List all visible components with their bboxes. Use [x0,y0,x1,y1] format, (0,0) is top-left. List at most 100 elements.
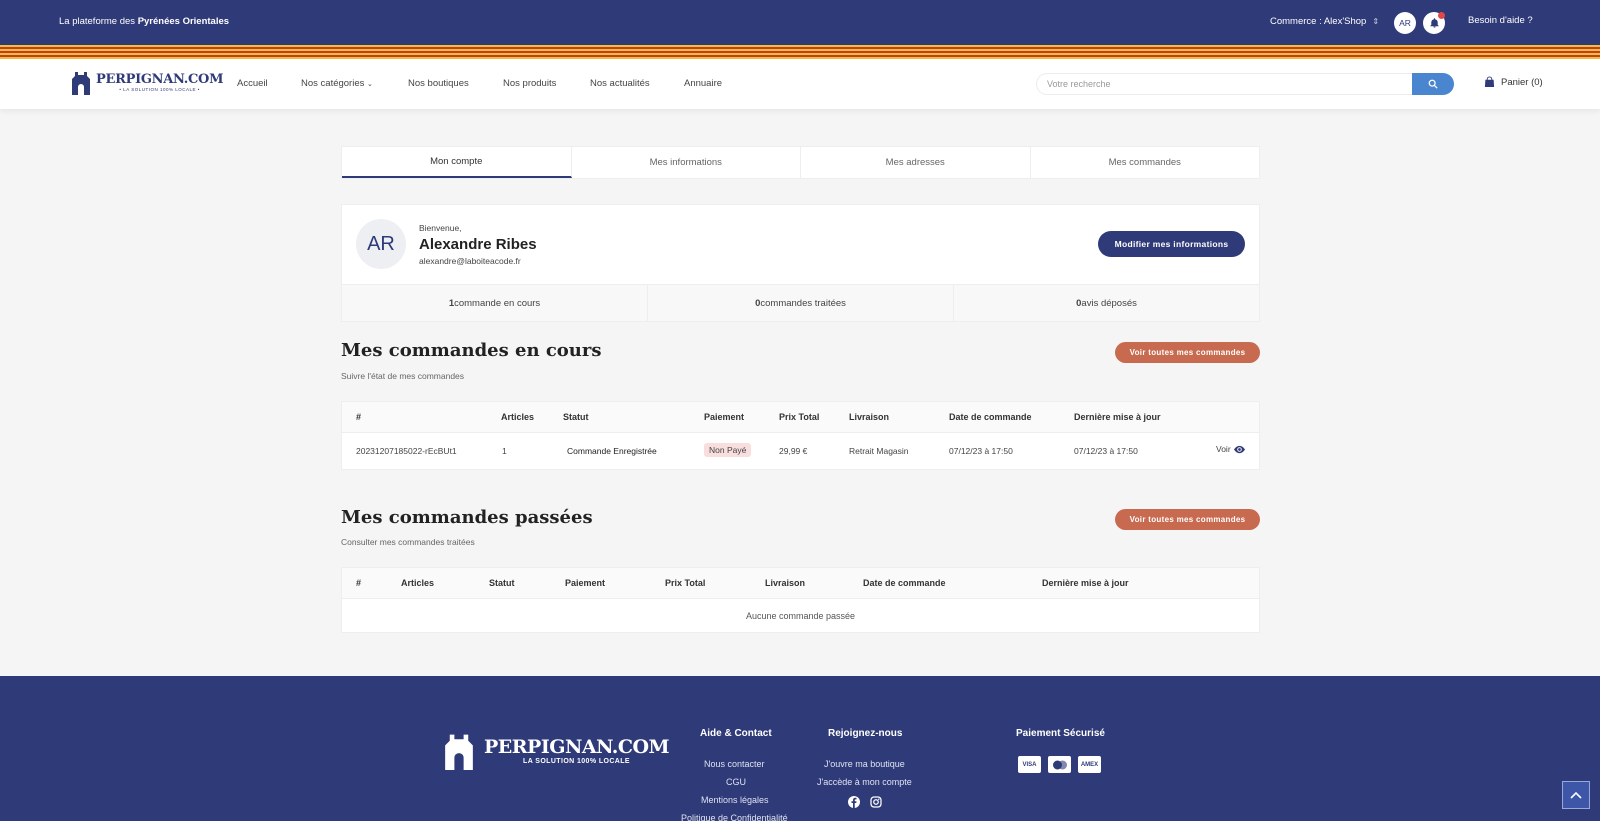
col-updated: Dernière mise à jour [1074,412,1161,422]
shopping-bag-icon [1484,76,1495,88]
tab-mon-compte[interactable]: Mon compte [342,147,572,178]
cart-label: Panier (0) [1501,76,1543,88]
footer-logo-tagline: LA SOLUTION 100% LOCALE [523,757,630,765]
view-order-link[interactable]: Voir [1216,444,1245,454]
footer-logo-brand: PERPIGNAN.COM [484,735,670,758]
search-bar: Votre recherche [1036,73,1454,95]
past-orders-title: Mes commandes passées [341,507,593,528]
past-orders-table: # Articles Statut Paiement Prix Total Li… [341,567,1260,633]
eye-icon [1233,445,1245,453]
footer-link-account[interactable]: J'accède à mon compte [817,777,912,787]
view-all-current-orders-button[interactable]: Voir toutes mes commandes [1115,342,1260,363]
order-articles: 1 [502,446,507,456]
catalan-stripes [0,45,1600,59]
col-livraison: Livraison [849,412,890,422]
profile-avatar: AR [356,219,406,269]
search-input[interactable]: Votre recherche [1036,73,1412,95]
search-icon [1428,79,1438,89]
col-id: # [356,412,362,422]
col-statut: Statut [489,578,515,588]
col-id: # [356,578,362,588]
castillet-logo-icon [445,734,473,770]
user-name: Alexandre Ribes [419,236,537,253]
payment-cards: VISA AMEX [1018,756,1101,773]
order-delivery: Retrait Magasin [849,446,909,456]
tab-mes-informations[interactable]: Mes informations [572,147,801,178]
facebook-icon[interactable] [848,796,860,808]
view-all-past-orders-button[interactable]: Voir toutes mes commandes [1115,509,1260,530]
nav-boutiques[interactable]: Nos boutiques [408,78,469,89]
col-prix-total: Prix Total [779,412,820,422]
footer-link-open-shop[interactable]: J'ouvre ma boutique [824,759,905,769]
payment-status-badge: Non Payé [704,443,752,457]
nav-accueil[interactable]: Accueil [237,78,268,89]
logo-brand: PERPIGNAN.COM [96,72,224,87]
scroll-to-top-button[interactable] [1562,781,1590,809]
bell-icon [1429,18,1439,28]
account-tabs: Mon compte Mes informations Mes adresses… [341,146,1260,179]
amex-card-icon: AMEX [1078,756,1101,773]
col-date: Date de commande [863,578,946,588]
order-status: Commande Enregistrée [567,446,657,456]
footer-col-help-title: Aide & Contact [700,728,772,739]
col-livraison: Livraison [765,578,806,588]
order-updated: 07/12/23 à 17:50 [1074,446,1138,456]
mastercard-circles [1052,760,1067,769]
footer-link-privacy[interactable]: Politique de Confidentialité [681,813,788,821]
footer-link-contact[interactable]: Nous contacter [704,759,765,769]
table-row: 20231207185022-rEcBUt1 1 Commande Enregi… [342,433,1259,469]
footer-logo[interactable]: PERPIGNAN.COM LA SOLUTION 100% LOCALE [440,730,670,770]
notification-dot [1438,12,1445,19]
mastercard-icon [1048,756,1071,773]
tab-mes-commandes[interactable]: Mes commandes [1031,147,1260,178]
stat-reviews: 0 avis déposés [1076,297,1137,309]
table-header: # Articles Statut Paiement Prix Total Li… [342,568,1259,599]
tagline: La plateforme des Pyrénées Orientales [59,16,230,27]
past-orders-subtitle: Consulter mes commandes traitées [341,537,475,547]
current-orders-title: Mes commandes en cours [341,340,602,361]
visa-card-icon: VISA [1018,756,1041,773]
nav-produits[interactable]: Nos produits [503,78,556,89]
logo-tagline: • LA SOLUTION 100% LOCALE • [119,87,200,92]
col-articles: Articles [501,412,535,422]
nav-annuaire[interactable]: Annuaire [684,78,722,89]
order-total: 29,99 € [779,446,808,456]
order-id: 20231207185022-rEcBUt1 [356,446,457,456]
search-button[interactable] [1412,73,1454,95]
main-nav: PERPIGNAN.COM • LA SOLUTION 100% LOCALE … [0,59,1600,109]
col-paiement: Paiement [565,578,606,588]
commerce-selector[interactable]: Commerce : Alex'Shop ⇕ [1270,16,1379,27]
footer-link-cgu[interactable]: CGU [726,777,746,787]
site-logo[interactable]: PERPIGNAN.COM • LA SOLUTION 100% LOCALE … [70,69,223,95]
col-date: Date de commande [949,412,1032,422]
top-bar: La plateforme des Pyrénées Orientales Co… [0,0,1600,45]
welcome-text: Bienvenue, [419,223,462,233]
col-statut: Statut [563,412,589,422]
footer: PERPIGNAN.COM LA SOLUTION 100% LOCALE Ai… [0,676,1600,821]
chevron-updown-icon: ⇕ [1372,17,1380,26]
user-email: alexandre@laboiteacode.fr [419,256,521,266]
footer-col-payment-title: Paiement Sécurisé [1016,728,1105,739]
chevron-down-icon: ⌄ [367,81,373,88]
edit-info-button[interactable]: Modifier mes informations [1098,231,1245,257]
profile-stats: 1 commande en cours 0 commandes traitées… [342,284,1259,321]
help-link[interactable]: Besoin d'aide ? [1468,15,1533,26]
castillet-logo-icon [72,72,90,95]
notifications-button[interactable] [1423,12,1445,34]
current-orders-subtitle: Suivre l'état de mes commandes [341,371,465,381]
user-avatar-button[interactable]: AR [1394,12,1416,34]
nav-actualites[interactable]: Nos actualités [590,78,650,89]
tab-mes-adresses[interactable]: Mes adresses [801,147,1031,178]
order-date: 07/12/23 à 17:50 [949,446,1013,456]
stat-orders-in-progress: 1 commande en cours [342,285,648,321]
footer-link-mentions[interactable]: Mentions légales [701,795,769,805]
instagram-icon[interactable] [870,796,882,808]
nav-categories[interactable]: Nos catégories ⌄ [301,78,373,89]
chevron-up-icon [1570,791,1582,799]
col-updated: Dernière mise à jour [1042,578,1129,588]
empty-orders-message: Aucune commande passée [745,610,856,621]
stat-orders-processed: 0 commandes traitées [648,285,954,321]
social-links [848,796,882,808]
col-prix-total: Prix Total [665,578,706,588]
cart-link[interactable]: Panier (0) [1484,76,1543,88]
